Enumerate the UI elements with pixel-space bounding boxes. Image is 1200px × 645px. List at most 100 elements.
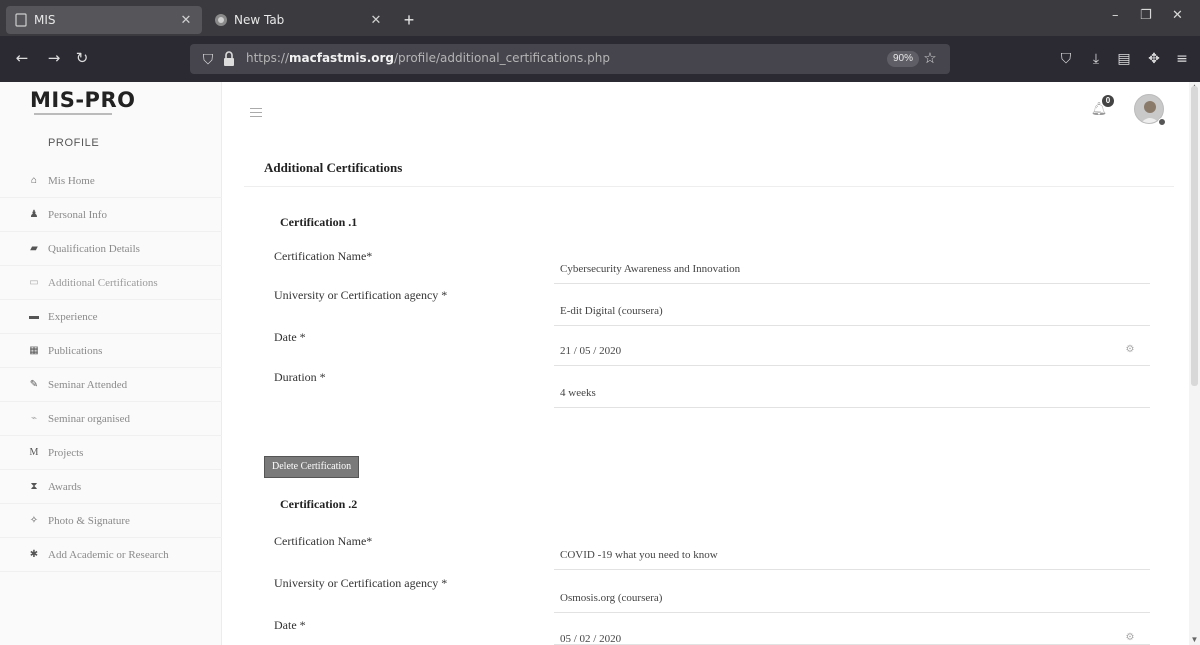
agency-label: University or Certification agency *	[274, 576, 448, 590]
agency-input[interactable]: E-dit Digital (coursera)	[554, 294, 1150, 326]
sidebar-item-label: Add Academic or Research	[48, 548, 169, 561]
date-input[interactable]: 05 / 02 / 2020 ⚙	[554, 622, 1150, 645]
menu-icon[interactable]: ≡	[1172, 49, 1192, 69]
close-tab-icon[interactable]: ✕	[178, 13, 194, 28]
browser-tab-bar: MIS ✕ New Tab ✕ + – ❐ ✕	[0, 0, 1200, 36]
home-icon: ⌂	[30, 174, 37, 186]
delete-certification-button[interactable]: Delete Certification	[264, 456, 360, 478]
sidebar-item-label: Experience	[48, 310, 98, 323]
sidebar-item-label: Seminar Attended	[48, 378, 128, 391]
sidebar-item-label: Publications	[48, 344, 103, 357]
agency-input[interactable]: Osmosis.org (coursera)	[554, 581, 1150, 613]
date-input[interactable]: 21 / 05 / 2020 ⚙	[554, 334, 1150, 366]
minimize-icon[interactable]: –	[1112, 8, 1119, 23]
sidebar-item-awards[interactable]: ⧗ Awards	[0, 470, 222, 504]
agency-label: University or Certification agency *	[274, 288, 448, 302]
bookmark-star-icon[interactable]: ☆	[920, 49, 940, 69]
plus-icon: ✱	[29, 548, 39, 560]
book-icon: ▦	[29, 344, 39, 356]
date-label: Date *	[274, 330, 306, 344]
browser-tab-new-tab[interactable]: New Tab ✕	[206, 6, 392, 34]
scrollbar-thumb[interactable]	[1191, 86, 1198, 386]
calendar-icon[interactable]: ⚙	[1124, 344, 1136, 356]
url-text[interactable]: https://macfastmis.org/profile/additiona…	[246, 51, 610, 65]
sidebar-item-publications[interactable]: ▦ Publications	[0, 334, 222, 368]
date-label: Date *	[274, 618, 306, 632]
project-icon: M	[29, 446, 39, 458]
download-icon[interactable]: ⤓	[1086, 49, 1106, 69]
url-path: /profile/additional_certifications.php	[394, 51, 610, 65]
page-title: Additional Certifications	[264, 160, 403, 175]
close-window-icon[interactable]: ✕	[1172, 8, 1183, 23]
sidebar-item-label: Seminar organised	[48, 412, 130, 425]
top-bar: 🔔︎ 0	[222, 82, 1200, 144]
sidebar-item-seminar-attended[interactable]: ✎ Seminar Attended	[0, 368, 222, 402]
url-prefix: https://	[246, 51, 290, 65]
page-icon	[14, 13, 28, 27]
sidebar-item-projects[interactable]: M Projects	[0, 436, 222, 470]
pocket-icon[interactable]: ⛉	[1056, 49, 1076, 69]
sidebar-item-seminar-organised[interactable]: ⌁ Seminar organised	[0, 402, 222, 436]
browser-tab-mis[interactable]: MIS ✕	[6, 6, 202, 34]
sidebar-item-additional-certifications[interactable]: ▭ Additional Certifications	[0, 266, 222, 300]
new-tab-plus-icon[interactable]: +	[398, 10, 420, 32]
certification-2-heading: Certification .2	[280, 497, 358, 511]
sidebar-item-label: Awards	[48, 480, 82, 493]
address-bar[interactable]: ⛉ https://macfastmis.org/profile/additio…	[190, 44, 950, 74]
certification-name-input[interactable]: Cybersecurity Awareness and Innovation	[554, 252, 1150, 284]
logo[interactable]: MIS-PRO	[30, 88, 135, 112]
lock-icon[interactable]	[220, 49, 238, 69]
web-page: MIS-PRO PROFILE ⌂ Mis Home ♟ Personal In…	[0, 82, 1200, 645]
logo-tagline	[34, 113, 112, 115]
firefox-icon	[214, 13, 228, 27]
sidebar-item-photo-signature[interactable]: ✧ Photo & Signature	[0, 504, 222, 538]
reload-icon[interactable]: ↻	[72, 48, 92, 68]
back-arrow-icon[interactable]: ←	[12, 48, 32, 68]
certificate-icon: ▭	[29, 276, 39, 288]
restore-window-icon[interactable]: ❐	[1140, 8, 1152, 23]
sidebar-item-label: Personal Info	[48, 208, 107, 221]
document-icon[interactable]: ▤	[1114, 49, 1134, 69]
duration-input[interactable]: 4 weeks	[554, 376, 1150, 408]
sidebar-item-qualification-details[interactable]: ▰ Qualification Details	[0, 232, 222, 266]
close-tab-icon[interactable]: ✕	[368, 13, 384, 28]
sidebar-menu: ⌂ Mis Home ♟ Personal Info ▰ Qualificati…	[0, 164, 222, 572]
shield-icon[interactable]: ⛉	[198, 49, 218, 69]
sidebar-item-label: Additional Certifications	[48, 276, 158, 289]
tab-title: New Tab	[234, 13, 285, 27]
divider	[244, 186, 1174, 187]
sidebar: MIS-PRO PROFILE ⌂ Mis Home ♟ Personal In…	[0, 82, 222, 645]
extensions-icon[interactable]: ✥	[1144, 49, 1164, 69]
sidebar-item-label: Photo & Signature	[48, 514, 130, 527]
sidebar-item-label: Qualification Details	[48, 242, 140, 255]
user-icon: ♟	[29, 208, 39, 220]
browser-nav-bar: ← → ↻ ⛉ https://macfastmis.org/profile/a…	[0, 36, 1200, 82]
award-icon: ⧗	[30, 480, 38, 492]
sidebar-heading: PROFILE	[48, 137, 100, 149]
graduation-cap-icon: ▰	[30, 242, 38, 254]
scroll-down-arrow-icon[interactable]: ▼	[1189, 635, 1200, 645]
sidebar-item-personal-info[interactable]: ♟ Personal Info	[0, 198, 222, 232]
calendar-icon[interactable]: ⚙	[1124, 632, 1136, 644]
date-value: 21 / 05 / 2020	[560, 345, 622, 357]
forward-arrow-icon[interactable]: →	[44, 48, 64, 68]
main-content: Additional Certifications Certification …	[244, 144, 1184, 645]
url-domain: macfastmis.org	[289, 51, 394, 65]
presentation-icon: ⌁	[30, 412, 38, 424]
notification-count-badge: 0	[1102, 95, 1114, 107]
online-status-dot	[1158, 118, 1166, 126]
sidebar-item-experience[interactable]: ▬ Experience	[0, 300, 222, 334]
zoom-level-badge[interactable]: 90%	[887, 51, 920, 67]
tab-title: MIS	[34, 13, 56, 27]
sidebar-item-mis-home[interactable]: ⌂ Mis Home	[0, 164, 222, 198]
seminar-icon: ✎	[29, 378, 39, 390]
certification-name-input[interactable]: COVID -19 what you need to know	[554, 538, 1150, 570]
date-value: 05 / 02 / 2020	[560, 633, 622, 645]
certification-name-label: Certification Name*	[274, 249, 373, 263]
sidebar-item-label: Mis Home	[48, 174, 95, 187]
sidebar-item-add-academic-research[interactable]: ✱ Add Academic or Research	[0, 538, 222, 572]
sidebar-item-label: Projects	[48, 446, 84, 459]
page-scrollbar[interactable]: ▲ ▼	[1189, 82, 1200, 645]
hamburger-menu-icon[interactable]	[250, 108, 262, 118]
certification-name-label: Certification Name*	[274, 534, 373, 548]
